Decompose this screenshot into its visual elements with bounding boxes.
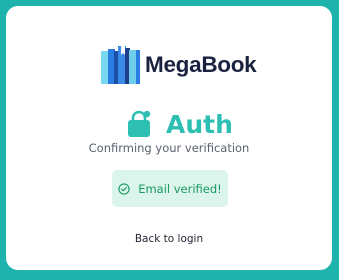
- status-message: Email verified!: [138, 181, 222, 196]
- status-badge: Email verified!: [112, 170, 228, 207]
- auth-title: Auth: [166, 109, 233, 139]
- back-to-login-link[interactable]: Back to login: [6, 233, 332, 245]
- books-logo-icon: [101, 46, 140, 84]
- auth-card: MegaBook Auth Confirming your verificati…: [6, 6, 332, 270]
- brand-logo: MegaBook: [100, 44, 257, 86]
- brand-name: MegaBook: [145, 52, 257, 77]
- shopping-bag-icon: [128, 110, 151, 137]
- auth-header: Auth: [126, 108, 233, 140]
- check-circle-icon: [118, 182, 130, 195]
- auth-subtitle: Confirming your verification: [88, 141, 250, 155]
